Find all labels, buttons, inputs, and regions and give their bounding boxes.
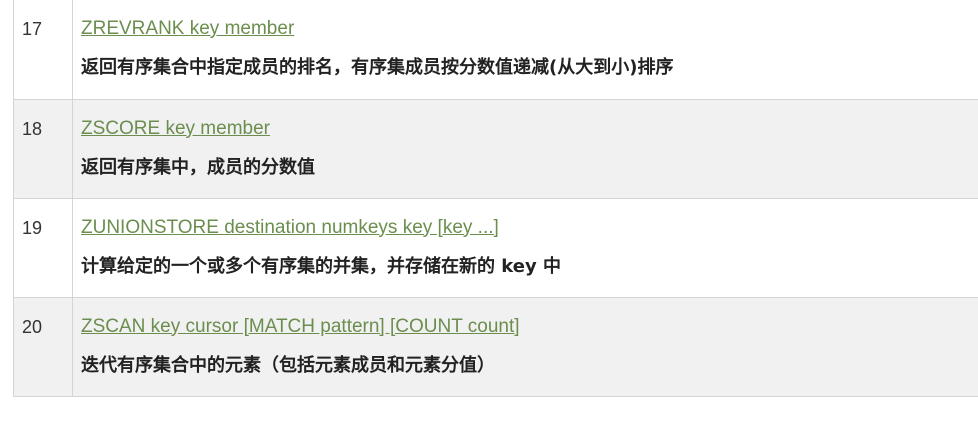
row-number: 18 [22, 118, 43, 139]
command-cell: ZSCORE key member 返回有序集中，成员的分数值 [73, 99, 978, 198]
row-number-cell: 19 [13, 198, 73, 297]
row-number: 17 [22, 19, 43, 39]
command-link-zrevrank[interactable]: ZREVRANK key member [81, 18, 978, 40]
command-link-zscore[interactable]: ZSCORE key member [81, 118, 978, 140]
command-cell: ZSCAN key cursor [MATCH pattern] [COUNT … [73, 297, 978, 396]
command-cell: ZUNIONSTORE destination numkeys key [key… [73, 198, 978, 297]
command-description: 计算给定的一个或多个有序集的并集，并存储在新的 key 中 [81, 255, 561, 277]
command-description: 返回有序集合中指定成员的排名，有序集成员按分数值递减(从大到小)排序 [81, 57, 674, 78]
table-row: 18 ZSCORE key member 返回有序集中，成员的分数值 [13, 99, 978, 198]
table-row: 20 ZSCAN key cursor [MATCH pattern] [COU… [13, 297, 978, 396]
command-description: 返回有序集中，成员的分数值 [81, 156, 315, 178]
row-number-cell: 20 [13, 297, 73, 396]
row-number: 19 [22, 217, 43, 238]
command-link-zunionstore[interactable]: ZUNIONSTORE destination numkeys key [key… [81, 217, 978, 239]
redis-commands-table: 17 ZREVRANK key member 返回有序集合中指定成员的排名，有序… [13, 0, 978, 397]
table-row: 17 ZREVRANK key member 返回有序集合中指定成员的排名，有序… [13, 0, 978, 99]
command-description: 迭代有序集合中的元素（包括元素成员和元素分值） [81, 354, 495, 376]
row-number-cell: 18 [13, 99, 73, 198]
table-row: 19 ZUNIONSTORE destination numkeys key [… [13, 198, 978, 297]
command-link-zscan[interactable]: ZSCAN key cursor [MATCH pattern] [COUNT … [81, 316, 978, 338]
row-number: 20 [22, 316, 43, 337]
row-number-cell: 17 [13, 0, 73, 99]
command-cell: ZREVRANK key member 返回有序集合中指定成员的排名，有序集成员… [73, 0, 978, 99]
